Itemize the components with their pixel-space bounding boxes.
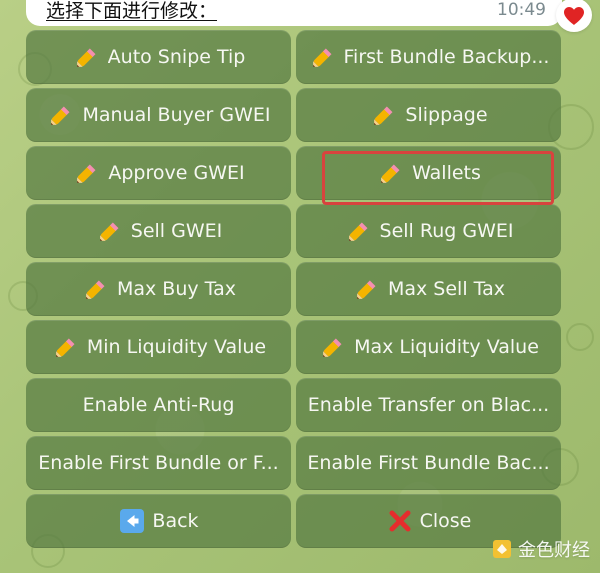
pencil-icon [376,158,406,188]
wallets-button[interactable]: Wallets [296,146,561,200]
pencil-icon [81,274,111,304]
wallets-label: Wallets [412,163,481,183]
back-button[interactable]: Back [26,494,291,548]
pencil-icon [46,100,76,130]
sell-rug-gwei-label: Sell Rug GWEI [379,221,514,241]
pencil-icon [72,42,102,72]
max-liquidity-value-label: Max Liquidity Value [354,337,539,357]
max-sell-tax-label: Max Sell Tax [387,279,505,299]
first-bundle-backup-label: First Bundle Backup... [343,47,550,67]
inline-keyboard: Auto Snipe Tip First Bundle Backup... Ma… [26,30,562,548]
sell-rug-gwei-button[interactable]: Sell Rug GWEI [296,204,561,258]
pencil-icon [308,42,338,72]
enable-anti-rug-label: Enable Anti-Rug [82,395,235,415]
manual-buyer-gwei-button[interactable]: Manual Buyer GWEI [26,88,291,142]
message-bubble: 选择下面进行修改： 10:49 [26,0,562,26]
message-time: 10:49 [497,0,546,20]
enable-transfer-on-blac-label: Enable Transfer on Blac... [307,395,550,415]
enable-anti-rug-button[interactable]: Enable Anti-Rug [26,378,291,432]
message-text: 选择下面进行修改： [46,0,218,22]
enable-transfer-on-blac-button[interactable]: Enable Transfer on Blac... [296,378,561,432]
pencil-icon [318,332,348,362]
close-label: Close [419,511,472,531]
slippage-button[interactable]: Slippage [296,88,561,142]
pencil-icon [72,158,102,188]
min-liquidity-value-label: Min Liquidity Value [86,337,267,357]
pencil-icon [51,332,81,362]
max-liquidity-value-button[interactable]: Max Liquidity Value [296,320,561,374]
watermark-logo-icon [493,540,511,558]
heart-icon [564,7,584,25]
pencil-icon [344,216,374,246]
back-arrow-icon [118,507,146,535]
enable-first-bundle-bac-button[interactable]: Enable First Bundle Bac... [296,436,561,490]
slippage-label: Slippage [405,105,488,125]
sell-gwei-button[interactable]: Sell GWEI [26,204,291,258]
max-buy-tax-button[interactable]: Max Buy Tax [26,262,291,316]
close-icon [386,507,414,535]
max-sell-tax-button[interactable]: Max Sell Tax [296,262,561,316]
pencil-icon [369,100,399,130]
auto-snipe-tip-button[interactable]: Auto Snipe Tip [26,30,291,84]
pencil-icon [95,216,125,246]
enable-first-bundle-or-f-button[interactable]: Enable First Bundle or F... [26,436,291,490]
first-bundle-backup-button[interactable]: First Bundle Backup... [296,30,561,84]
min-liquidity-value-button[interactable]: Min Liquidity Value [26,320,291,374]
enable-first-bundle-bac-label: Enable First Bundle Bac... [307,453,550,473]
sell-gwei-label: Sell GWEI [130,221,223,241]
enable-first-bundle-or-f-label: Enable First Bundle or F... [38,453,279,473]
heart-reaction[interactable] [556,0,592,32]
approve-gwei-label: Approve GWEI [108,163,245,183]
auto-snipe-tip-label: Auto Snipe Tip [107,47,246,67]
pencil-icon [352,274,382,304]
back-label: Back [152,511,199,531]
manual-buyer-gwei-label: Manual Buyer GWEI [82,105,271,125]
watermark-text: 金色财经 [518,540,590,561]
approve-gwei-button[interactable]: Approve GWEI [26,146,291,200]
max-buy-tax-label: Max Buy Tax [116,279,237,299]
watermark: 金色财经 [492,536,590,562]
